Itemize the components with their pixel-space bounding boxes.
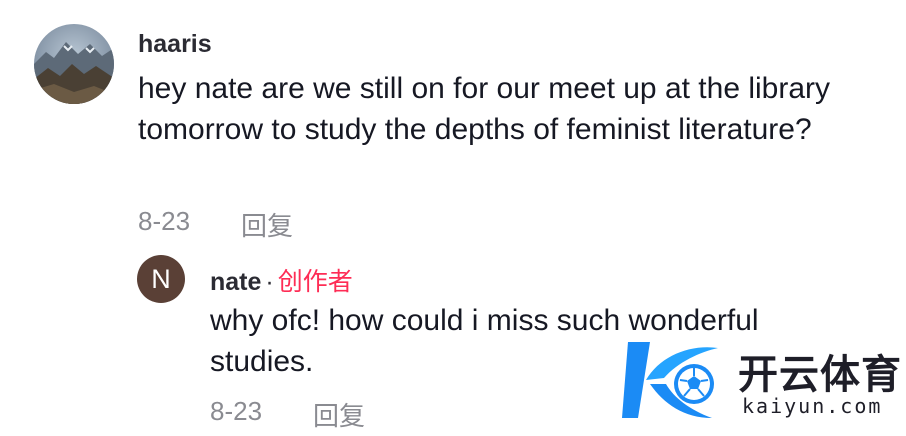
separator-dot: · [265, 268, 274, 296]
comment-reply-button[interactable]: 回复 [241, 206, 293, 243]
comment-username[interactable]: haaris [138, 30, 212, 59]
mountain-photo-icon [34, 24, 114, 104]
reply-username[interactable]: nate [210, 268, 261, 296]
comment-date: 8-23 [138, 206, 191, 236]
watermark-logo: 开云体育 kaiyun.com [620, 338, 902, 424]
watermark-name: 开云体育 [738, 353, 902, 397]
reply-header: nate · 创作者 [210, 262, 353, 298]
reply-date: 8-23 [210, 396, 263, 426]
reply-reply-button[interactable]: 回复 [313, 396, 365, 433]
watermark-domain: kaiyun.com [742, 394, 883, 418]
reply-avatar[interactable]: N [137, 255, 185, 303]
kaiyun-logo-icon [622, 342, 718, 418]
creator-badge: 创作者 [277, 268, 353, 296]
avatar[interactable] [34, 24, 114, 104]
comment-text: hey nate are we still on for our meet up… [138, 72, 831, 146]
